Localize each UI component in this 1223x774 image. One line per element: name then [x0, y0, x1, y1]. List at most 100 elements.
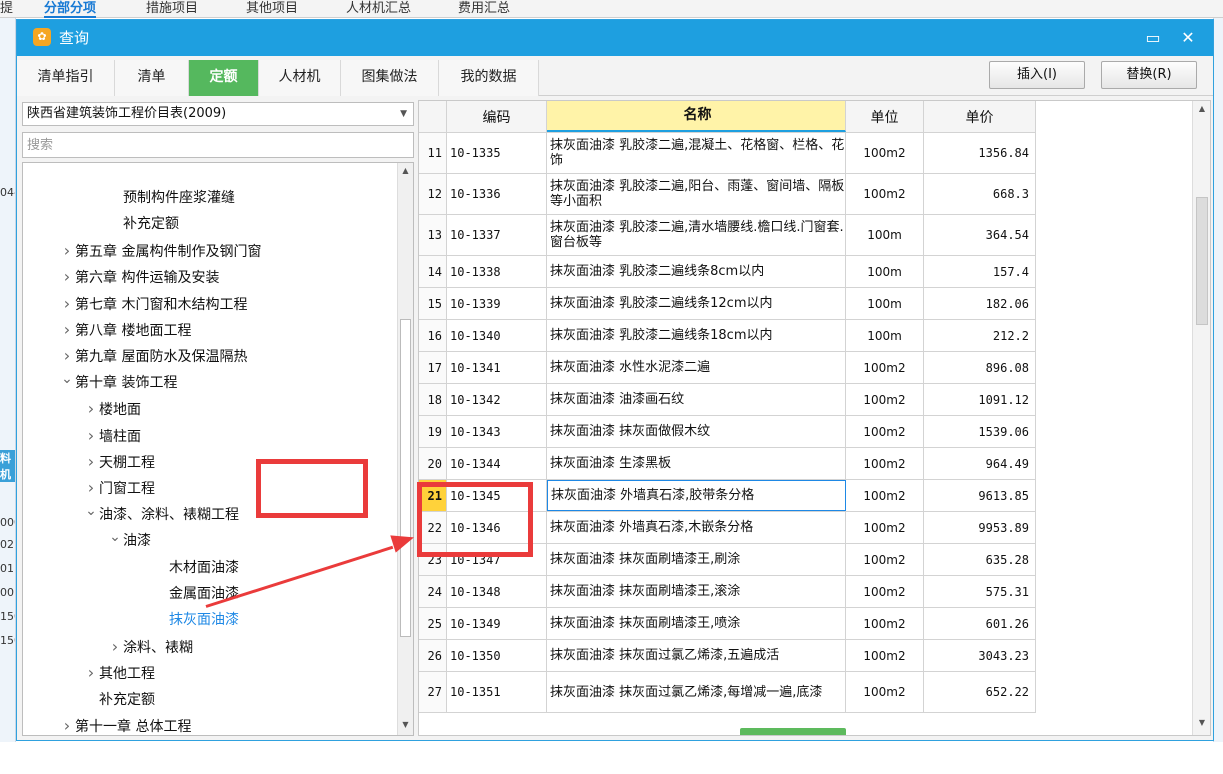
bg-left-label: 04-: [0, 186, 15, 199]
tree-node[interactable]: ⌄ 第十章 装饰工程: [59, 370, 177, 396]
query-dialog: ✿ 查询 ▭ ✕ 清单指引 清单 定额 人材机 图集做法 我的数据 插入(I) …: [16, 19, 1214, 741]
scroll-up-icon[interactable]: ▲: [400, 165, 411, 177]
tab-qingdan-zhiyin[interactable]: 清单指引: [17, 60, 115, 96]
bg-left-value: 011: [0, 562, 15, 575]
background-right-strip: [1213, 18, 1223, 758]
chevron-down-icon[interactable]: ⌄: [59, 370, 75, 388]
close-icon[interactable]: ✕: [1176, 26, 1200, 50]
column-header-quota-code[interactable]: 编码: [447, 101, 547, 132]
chevron-right-icon[interactable]: ›: [83, 475, 99, 501]
chevron-down-icon[interactable]: ⌄: [107, 528, 123, 546]
tree-node[interactable]: › 第七章 木门窗和木结构工程: [59, 291, 248, 317]
quota-name-cell: 抹灰面油漆 水性水泥漆二遍: [547, 352, 846, 383]
tree-node[interactable]: 抹灰面油漆: [153, 607, 239, 633]
table-row[interactable]: 25 10-1349 抹灰面油漆 抹灰面刷墙漆王,喷涂 100m2 601.26: [419, 608, 1036, 640]
chevron-right-icon[interactable]: ›: [83, 660, 99, 686]
quota-price-cell: 668.3: [924, 174, 1036, 214]
tree-node[interactable]: 木材面油漆: [153, 555, 239, 581]
chevron-right-icon[interactable]: ›: [59, 238, 75, 264]
table-row[interactable]: 17 10-1341 抹灰面油漆 水性水泥漆二遍 100m2 896.08: [419, 352, 1036, 384]
quota-price-cell: 3043.23: [924, 640, 1036, 671]
quota-price-cell: 364.54: [924, 215, 1036, 255]
tree-node[interactable]: 金属面油漆: [153, 581, 239, 607]
chevron-right-icon[interactable]: ›: [59, 291, 75, 317]
library-select[interactable]: 陕西省建筑装饰工程价目表(2009) ▼: [22, 102, 414, 126]
tree-node[interactable]: 预制构件座浆灌缝: [107, 185, 235, 211]
tree-node[interactable]: 补充定额: [83, 687, 155, 713]
chevron-right-icon[interactable]: ›: [83, 449, 99, 475]
table-row[interactable]: 13 10-1337 抹灰面油漆 乳胶漆二遍,清水墙腰线.檐口线.门窗套.窗台板等 1…: [419, 215, 1036, 256]
chevron-down-icon[interactable]: ⌄: [83, 502, 99, 520]
tree-node[interactable]: › 其他工程: [83, 660, 155, 686]
table-row[interactable]: 27 10-1351 抹灰面油漆 抹灰面过氯乙烯漆,每增减一遍,底漆 100m2 652…: [419, 672, 1036, 713]
chevron-right-icon[interactable]: ›: [59, 317, 75, 343]
tab-rencaiji[interactable]: 人材机: [259, 60, 341, 96]
panel-resize-handle[interactable]: [740, 728, 846, 735]
table-row[interactable]: 11 10-1335 抹灰面油漆 乳胶漆二遍,混凝土、花格窗、栏格、花饰 100m2 1…: [419, 133, 1036, 174]
chevron-right-icon[interactable]: ›: [59, 343, 75, 369]
bg-tab-feiyong[interactable]: 费用汇总: [458, 0, 510, 18]
quota-code-cell: 10-1339: [447, 288, 547, 319]
tree-node[interactable]: › 第九章 屋面防水及保温隔热: [59, 343, 248, 369]
table-row[interactable]: 24 10-1348 抹灰面油漆 抹灰面刷墙漆王,滚涂 100m2 575.31: [419, 576, 1036, 608]
insert-button[interactable]: 插入(I): [989, 61, 1085, 89]
search-input[interactable]: [22, 132, 414, 158]
quota-name-cell: 抹灰面油漆 乳胶漆二遍线条12cm以内: [547, 288, 846, 319]
tree-node[interactable]: › 墙柱面: [83, 423, 141, 449]
bg-tab-fenbu[interactable]: 分部分项: [44, 0, 97, 18]
column-header-quota-unit[interactable]: 单位: [846, 101, 924, 132]
tab-my-data[interactable]: 我的数据: [439, 60, 539, 96]
tree-node[interactable]: › 涂料、裱糊: [107, 634, 193, 660]
scroll-down-icon[interactable]: ▼: [400, 719, 411, 731]
table-row[interactable]: 19 10-1343 抹灰面油漆 抹灰面做假木纹 100m2 1539.06: [419, 416, 1036, 448]
tab-tuji-zuofa[interactable]: 图集做法: [341, 60, 439, 96]
tree-scrollbar[interactable]: ▲ ▼: [397, 163, 413, 735]
scroll-up-icon[interactable]: ▲: [1196, 103, 1208, 115]
tree-node[interactable]: › 第六章 构件运输及安装: [59, 264, 220, 290]
bg-left-label: 料机: [0, 450, 15, 482]
tree-node[interactable]: 补充定额: [107, 211, 179, 237]
table-row[interactable]: 18 10-1342 抹灰面油漆 油漆画石纹 100m2 1091.12: [419, 384, 1036, 416]
tree-node[interactable]: › 楼地面: [83, 396, 141, 422]
tree-node[interactable]: ⌄ 油漆: [107, 528, 151, 554]
bg-tab-qita[interactable]: 其他项目: [246, 0, 298, 18]
quota-price-cell: 575.31: [924, 576, 1036, 607]
table-row[interactable]: 12 10-1336 抹灰面油漆 乳胶漆二遍,阳台、雨蓬、窗间墙、隔板等小面积 100…: [419, 174, 1036, 215]
table-scroll-thumb[interactable]: [1196, 197, 1208, 325]
bg-tab-cuoshi[interactable]: 措施项目: [146, 0, 198, 18]
table-row[interactable]: 15 10-1339 抹灰面油漆 乳胶漆二遍线条12cm以内 100m 182.06: [419, 288, 1036, 320]
replace-button[interactable]: 替换(R): [1101, 61, 1197, 89]
scroll-down-icon[interactable]: ▼: [1196, 717, 1208, 729]
chevron-right-icon[interactable]: ›: [83, 423, 99, 449]
quota-code-cell: 10-1342: [447, 384, 547, 415]
tree-node[interactable]: › 第八章 楼地面工程: [59, 317, 192, 343]
tab-qingdan[interactable]: 清单: [115, 60, 189, 96]
column-header-quota-price[interactable]: 单价: [924, 101, 1036, 132]
tree-node[interactable]: › 门窗工程: [83, 475, 155, 501]
table-row[interactable]: 20 10-1344 抹灰面油漆 生漆黑板 100m2 964.49: [419, 448, 1036, 480]
table-row[interactable]: 14 10-1338 抹灰面油漆 乳胶漆二遍线条8cm以内 100m 157.4: [419, 256, 1036, 288]
chevron-right-icon[interactable]: ›: [83, 396, 99, 422]
table-scrollbar[interactable]: ▲ ▼: [1192, 101, 1210, 735]
tree-node[interactable]: › 第十一章 总体工程: [59, 713, 192, 735]
dialog-titlebar[interactable]: ✿ 查询 ▭ ✕: [17, 20, 1213, 56]
column-header-quota-name[interactable]: 名称: [547, 101, 846, 132]
row-index-cell: 13: [419, 215, 447, 255]
quota-name-cell: 抹灰面油漆 乳胶漆二遍线条18cm以内: [547, 320, 846, 351]
chevron-down-icon[interactable]: ▼: [400, 103, 407, 125]
table-row[interactable]: 26 10-1350 抹灰面油漆 抹灰面过氯乙烯漆,五遍成活 100m2 3043.23: [419, 640, 1036, 672]
column-header-row-index[interactable]: [419, 101, 447, 132]
maximize-icon[interactable]: ▭: [1141, 26, 1165, 50]
chevron-right-icon[interactable]: ›: [107, 634, 123, 660]
tree-node[interactable]: › 天棚工程: [83, 449, 155, 475]
tree-node[interactable]: › 第五章 金属构件制作及钢门窗: [59, 238, 262, 264]
tree-node[interactable]: ⌄ 油漆、涂料、裱糊工程: [83, 502, 239, 528]
tree-scroll-thumb[interactable]: [400, 319, 411, 637]
chapter-tree: ▲ ▼ 预制构件座浆灌缝 补充定额 › 第五章 金属构件制作及钢门窗 › 第六章 构件运输…: [22, 162, 414, 736]
chevron-right-icon[interactable]: ›: [59, 264, 75, 290]
table-row[interactable]: 16 10-1340 抹灰面油漆 乳胶漆二遍线条18cm以内 100m 212.2: [419, 320, 1036, 352]
tab-dinge[interactable]: 定额: [189, 60, 259, 96]
bg-tab-rencaiji[interactable]: 人材机汇总: [346, 0, 411, 18]
row-index-cell: 27: [419, 672, 447, 712]
chevron-right-icon[interactable]: ›: [59, 713, 75, 735]
